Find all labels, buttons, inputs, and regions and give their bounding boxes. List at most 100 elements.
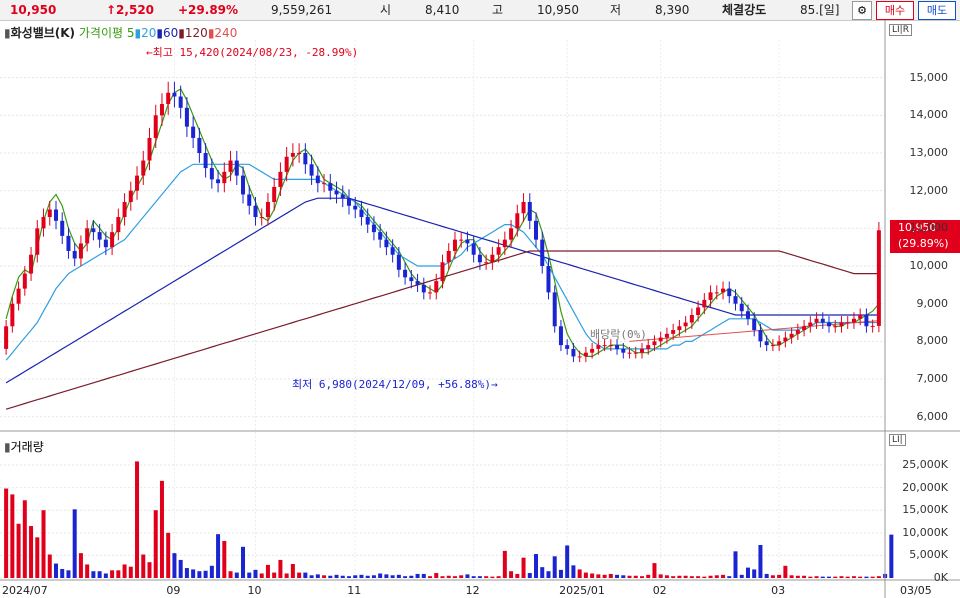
- candle-body: [35, 228, 40, 255]
- price-tick-label: 11,000: [909, 221, 949, 235]
- volume-bar: [384, 574, 389, 578]
- volume-bar: [4, 488, 9, 578]
- volume-bar: [845, 576, 850, 578]
- volume-bar: [446, 575, 451, 578]
- volume-bar: [864, 576, 869, 578]
- volume-bar: [197, 571, 202, 578]
- volume-bar: [571, 565, 576, 578]
- candle-body: [639, 348, 644, 353]
- time-tick-label: 09: [166, 584, 181, 597]
- volume-bar: [777, 574, 782, 578]
- volume-bar: [322, 575, 327, 578]
- volume-bar: [477, 576, 482, 578]
- candle-body: [203, 153, 208, 169]
- volume-bar: [359, 574, 364, 578]
- candle-body: [839, 322, 844, 327]
- volume-scale-toggle-button[interactable]: LI|: [889, 434, 906, 446]
- volume-bar: [621, 575, 626, 578]
- legend-bullet-icon: ▮: [4, 440, 11, 454]
- volume-bar: [540, 567, 545, 578]
- legend-bullet-icon: ▮: [4, 26, 11, 40]
- time-tick-label: 03: [771, 584, 786, 597]
- candle-body: [309, 164, 314, 176]
- volume-tick-label: 20,000K: [902, 480, 948, 494]
- volume-bar: [141, 554, 146, 578]
- volume-bar: [583, 572, 588, 578]
- candle-body: [259, 217, 264, 219]
- volume-bar: [858, 576, 863, 578]
- volume-bar: [851, 576, 856, 578]
- current-price-tag-pct: (29.89%): [898, 237, 949, 250]
- volume-bar: [228, 571, 233, 578]
- candle-body: [328, 183, 333, 191]
- candle-body: [864, 314, 869, 327]
- price-tick-label: 12,000: [909, 183, 949, 197]
- volume-bar: [334, 574, 339, 578]
- candle-body: [290, 153, 295, 157]
- candle-body: [465, 239, 470, 244]
- volume-bar: [459, 575, 464, 578]
- volume-bar: [297, 572, 302, 578]
- volume-tick-label: 0K: [933, 571, 948, 584]
- volume-bar: [795, 575, 800, 578]
- candle-body: [621, 348, 626, 353]
- stock-chart: [0, 20, 960, 598]
- volume-bar: [47, 554, 52, 578]
- candle-body: [851, 318, 856, 323]
- candle-body: [415, 281, 420, 285]
- stock-name: 화성밸브(K): [10, 26, 76, 40]
- candle-body: [396, 254, 401, 270]
- candle-body: [122, 201, 127, 218]
- candle-body: [764, 341, 769, 346]
- volume-bar: [496, 576, 501, 578]
- candle-body: [714, 292, 719, 294]
- volume-bar: [490, 576, 495, 578]
- candle-body: [340, 194, 345, 199]
- candle-body: [477, 254, 482, 263]
- price-tick-label: 9,000: [916, 296, 949, 310]
- ma-240: 240: [214, 26, 238, 40]
- volume-bar: [166, 532, 171, 578]
- volume-bar: [664, 575, 669, 578]
- dividend-annotation: 배당락(0%): [590, 328, 647, 341]
- candle-body: [60, 220, 65, 236]
- price-tick-label: 15,000: [909, 70, 949, 84]
- candle-body: [334, 190, 339, 195]
- candle-body: [808, 322, 813, 327]
- volume-bar: [689, 576, 694, 578]
- candle-body: [677, 326, 682, 331]
- candle-body: [103, 239, 108, 248]
- candle-body: [752, 318, 757, 331]
- candle-body: [216, 179, 221, 184]
- volume-bar: [203, 570, 208, 578]
- candle-body: [596, 345, 601, 349]
- volume-bar: [390, 575, 395, 578]
- candle-body: [222, 171, 227, 184]
- volume-bar: [696, 576, 701, 578]
- candle-body: [652, 341, 657, 346]
- candle-body: [241, 175, 246, 195]
- candle-body: [502, 239, 507, 248]
- volume-bar: [808, 576, 813, 578]
- candle-body: [184, 107, 189, 127]
- time-tick-label: 2025/01: [559, 584, 605, 597]
- candle-body: [153, 115, 158, 138]
- volume-bar: [758, 545, 763, 578]
- volume-bar: [103, 573, 108, 578]
- volume-bar: [172, 553, 177, 578]
- volume-tick-label: 10,000K: [902, 525, 948, 539]
- time-tick-label: 02: [652, 584, 667, 597]
- candle-body: [546, 266, 551, 293]
- candle-body: [827, 322, 832, 327]
- time-tick-label: 2024/07: [2, 584, 48, 597]
- scale-toggle-button[interactable]: LI|R: [889, 24, 912, 36]
- volume-bar: [272, 572, 277, 578]
- candle-body: [322, 183, 327, 185]
- candle-body: [378, 232, 383, 240]
- price-tick-label: 14,000: [909, 108, 949, 122]
- volume-bar: [646, 574, 651, 578]
- volume-bar: [889, 534, 894, 578]
- candle-body: [365, 217, 370, 225]
- volume-bar: [471, 576, 476, 578]
- volume-bar: [577, 569, 582, 578]
